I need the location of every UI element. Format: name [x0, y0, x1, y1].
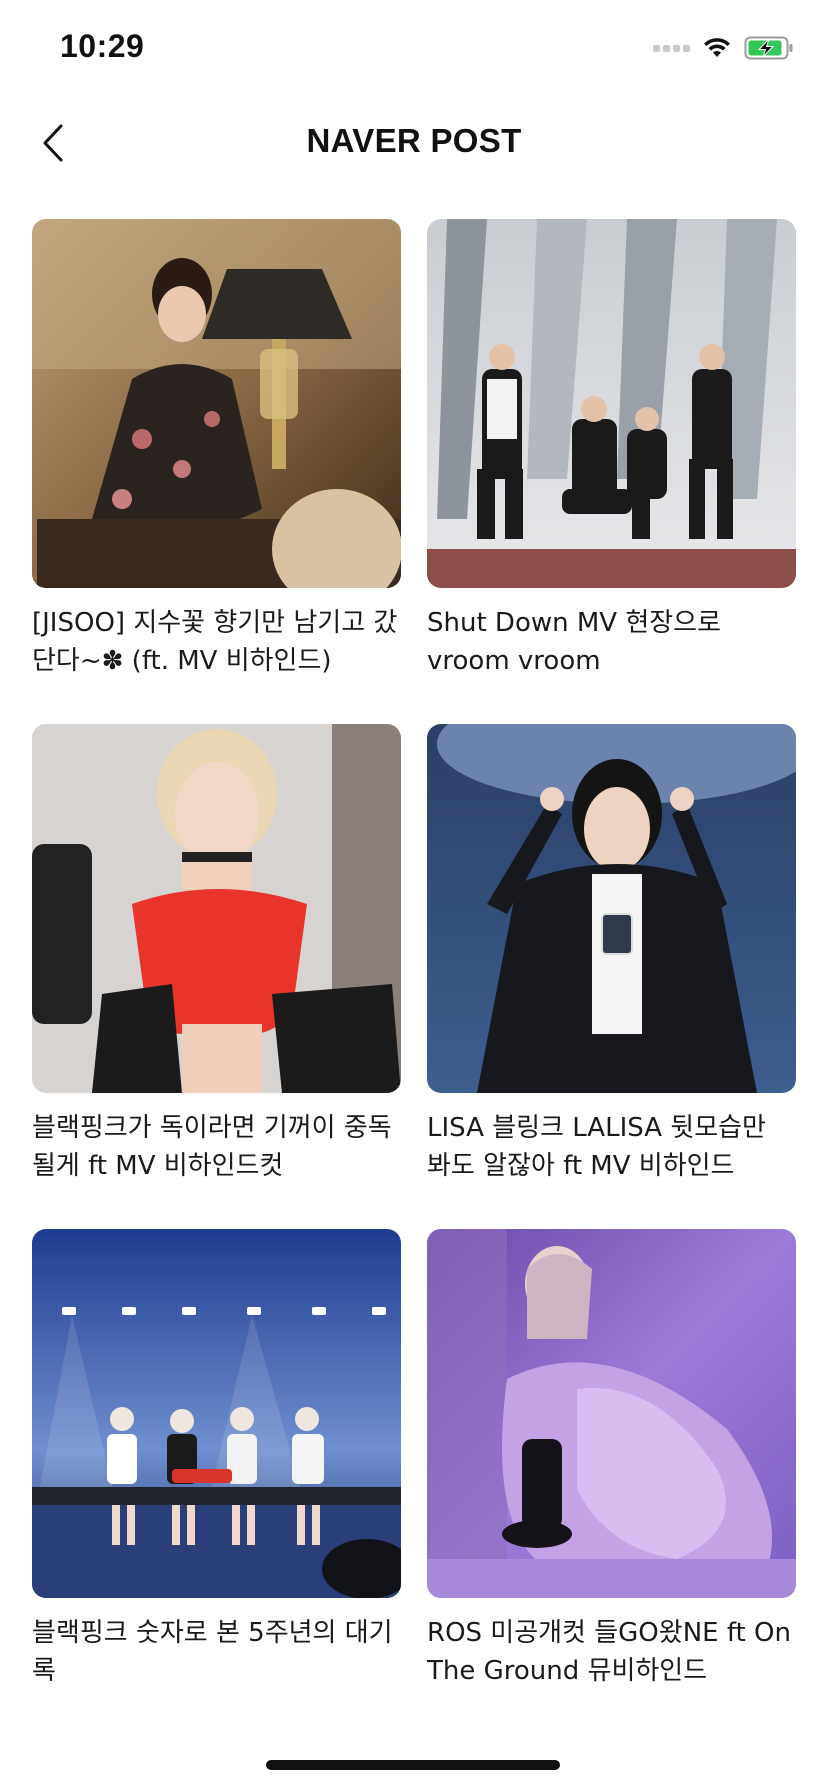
cellular-signal-icon — [653, 44, 690, 52]
post-card[interactable]: 블랙핑크가 독이라면 기꺼이 중독될게 ft MV 비하인드컷 — [32, 724, 401, 1189]
status-time: 10:29 — [60, 28, 145, 64]
post-image — [427, 1229, 796, 1598]
status-bar: 10:29 — [0, 0, 828, 100]
post-grid: [JISOO] 지수꽃 향기만 남기고 갔단다~✽ (ft. MV 비하인드) — [32, 219, 796, 1694]
post-card[interactable]: [JISOO] 지수꽃 향기만 남기고 갔단다~✽ (ft. MV 비하인드) — [32, 219, 401, 684]
post-card[interactable]: ROS 미공개컷 들GO왔NE ft On The Ground 뮤비하인드 — [427, 1229, 796, 1694]
post-caption: LISA 블링크 LALISA 뒷모습만 봐도 알잖아 ft MV 비하인드 — [427, 1113, 766, 1181]
post-thumbnail[interactable] — [32, 724, 401, 1093]
post-image — [32, 219, 401, 588]
post-card[interactable]: LISA 블링크 LALISA 뒷모습만 봐도 알잖아 ft MV 비하인드 — [427, 724, 796, 1189]
post-caption: Shut Down MV 현장으로 vroom vroom — [427, 608, 722, 676]
page-title: NAVER POST — [306, 122, 522, 159]
post-thumbnail[interactable] — [32, 1229, 401, 1598]
post-caption: ROS 미공개컷 들GO왔NE ft On The Ground 뮤비하인드 — [427, 1618, 791, 1686]
post-image — [32, 724, 401, 1093]
post-card[interactable]: Shut Down MV 현장으로 vroom vroom — [427, 219, 796, 684]
wifi-icon — [704, 38, 730, 57]
post-thumbnail[interactable] — [427, 219, 796, 588]
battery-charging-icon — [744, 36, 793, 60]
post-thumbnail[interactable] — [427, 724, 796, 1093]
post-thumbnail[interactable] — [32, 219, 401, 588]
post-image — [427, 724, 796, 1093]
post-card[interactable]: 블랙핑크 숫자로 본 5주년의 대기록 — [32, 1229, 401, 1694]
home-indicator[interactable] — [266, 1760, 560, 1770]
post-image — [32, 1229, 401, 1598]
navigation-bar: NAVER POST — [0, 100, 828, 188]
post-caption: [JISOO] 지수꽃 향기만 남기고 갔단다~✽ (ft. MV 비하인드) — [32, 608, 398, 676]
post-caption: 블랙핑크 숫자로 본 5주년의 대기록 — [32, 1618, 393, 1686]
post-caption: 블랙핑크가 독이라면 기꺼이 중독될게 ft MV 비하인드컷 — [32, 1113, 392, 1181]
status-icons — [653, 36, 794, 60]
post-image — [427, 219, 796, 588]
post-thumbnail[interactable] — [427, 1229, 796, 1598]
